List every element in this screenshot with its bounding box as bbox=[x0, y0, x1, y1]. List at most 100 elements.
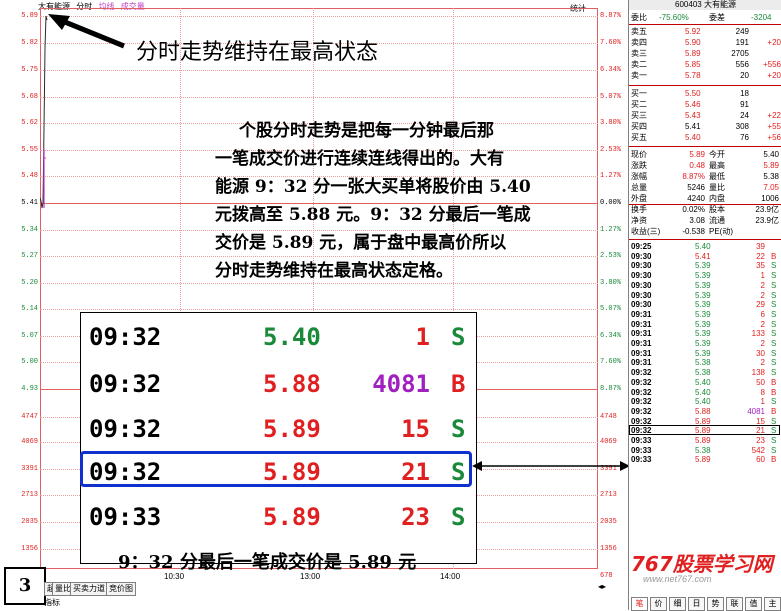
stats-row: 涨幅 8.87% 最低 5.38 bbox=[629, 172, 781, 181]
tick-row[interactable]: 09:30 5.39 1 S bbox=[629, 271, 781, 280]
buy-price: 5.43 bbox=[685, 111, 701, 120]
tick-side: B bbox=[771, 251, 777, 261]
left-tick-label: 5.07 bbox=[21, 332, 38, 340]
trade-zoom-panel: 09:32 5.40 1 S 09:32 5.88 4081 B 09:32 5.89 15 S 09:… bbox=[80, 312, 477, 564]
double-arrow-icon bbox=[472, 461, 630, 471]
sell-label: 卖三 bbox=[631, 49, 647, 58]
tick-volume: 6 bbox=[760, 309, 765, 319]
tick-row[interactable]: 09:31 5.39 133 S bbox=[629, 329, 781, 338]
sell-volume: 191 bbox=[735, 38, 749, 47]
stat-value: -0.538 bbox=[682, 227, 705, 236]
stats-row: 外盘 4240 内盘 1006 bbox=[629, 194, 781, 203]
buy-row: 买二 5.46 91 bbox=[629, 100, 781, 109]
weibi-value: -75.60% bbox=[659, 13, 689, 22]
tick-row[interactable]: 09:32 5.40 1 S bbox=[629, 397, 781, 406]
tick-row[interactable]: 09:30 5.39 2 S bbox=[629, 291, 781, 300]
tick-row[interactable]: 09:30 5.39 35 S bbox=[629, 261, 781, 270]
tick-side: S bbox=[771, 300, 777, 310]
tick-volume: 542 bbox=[751, 445, 765, 455]
tick-price: 5.89 bbox=[695, 416, 711, 426]
left-tick-label: 5.27 bbox=[21, 252, 38, 260]
tick-row[interactable]: 09:30 5.41 22 B bbox=[629, 252, 781, 261]
buy-label: 买三 bbox=[631, 111, 647, 120]
sell-label: 卖一 bbox=[631, 71, 647, 80]
tick-side: S bbox=[771, 368, 777, 378]
scroll-arrows[interactable]: ◂▸ bbox=[598, 582, 626, 591]
tick-row[interactable]: 09:32 5.88 4081 B bbox=[629, 407, 781, 416]
indicator-label[interactable]: 指标 bbox=[44, 597, 60, 608]
tick-row[interactable]: 09:32 5.89 15 S bbox=[629, 417, 781, 426]
stat-label: 量比 bbox=[709, 183, 725, 192]
left-tick-label: 5.82 bbox=[21, 39, 38, 47]
sell-volume: 20 bbox=[740, 71, 749, 80]
tick-row[interactable]: 09:32 5.40 50 B bbox=[629, 378, 781, 387]
tick-time: 09:25 bbox=[631, 242, 652, 251]
stats-row: 换手 0.02% 股本 23.9亿 bbox=[629, 205, 781, 214]
buy-price: 5.50 bbox=[685, 89, 701, 98]
tick-side: B bbox=[771, 406, 777, 416]
tick-row[interactable]: 09:30 5.39 29 S bbox=[629, 300, 781, 309]
page-number: 3 bbox=[4, 567, 46, 605]
panel-tab[interactable]: 价 bbox=[650, 597, 667, 611]
tick-price: 5.89 bbox=[695, 455, 711, 465]
panel-tab[interactable]: 联 bbox=[726, 597, 743, 611]
stat-label: 净资 bbox=[631, 216, 647, 225]
tick-row[interactable]: 09:31 5.39 30 S bbox=[629, 349, 781, 358]
panel-tab[interactable]: 细 bbox=[669, 597, 686, 611]
tick-row[interactable]: 09:25 5.40 39 bbox=[629, 242, 781, 251]
tick-row[interactable]: 09:31 5.38 2 S bbox=[629, 358, 781, 367]
quote-title: 600403 大有能源 bbox=[629, 0, 781, 10]
trade-volume: 4081 bbox=[372, 370, 430, 398]
tick-volume: 39 bbox=[756, 242, 765, 251]
explanation-line: 能源 9：32 分一张大买单将股价由 5.40 bbox=[215, 177, 531, 197]
panel-tab[interactable]: 日 bbox=[688, 597, 705, 611]
stats-row: 现价 5.89 今开 5.40 bbox=[629, 150, 781, 159]
tick-row[interactable]: 09:33 5.38 542 S bbox=[629, 446, 781, 455]
tab-auction-chart[interactable]: 竞价图 bbox=[106, 582, 136, 596]
left-tick-label: 5.55 bbox=[21, 146, 38, 154]
tick-time: 09:31 bbox=[631, 339, 652, 348]
tick-row[interactable]: 09:31 5.39 2 S bbox=[629, 339, 781, 348]
zoom-trade-row: 09:32 5.40 1 S bbox=[81, 319, 476, 359]
panel-tab[interactable]: 值 bbox=[745, 597, 762, 611]
sell-row: 卖一 5.78 20 +20 bbox=[629, 71, 781, 80]
scroll-right-icon[interactable]: ▸ bbox=[602, 582, 606, 591]
tick-row[interactable]: 09:32 5.40 8 B bbox=[629, 388, 781, 397]
tick-volume: 23 bbox=[756, 436, 765, 445]
tab-buy-sell-force[interactable]: 买卖力道 bbox=[70, 582, 108, 596]
tick-time: 09:33 bbox=[631, 436, 652, 445]
tick-row[interactable]: 09:31 5.39 2 S bbox=[629, 320, 781, 329]
tick-row[interactable]: 09:33 5.89 23 S bbox=[629, 436, 781, 445]
sell-row: 卖五 5.92 249 bbox=[629, 27, 781, 36]
divider bbox=[629, 85, 781, 86]
tick-price: 5.40 bbox=[695, 397, 711, 407]
panel-tab[interactable]: 笔 bbox=[631, 597, 648, 611]
tick-row[interactable]: 09:31 5.39 6 S bbox=[629, 310, 781, 319]
right-tick-label: 8.87% bbox=[600, 385, 622, 393]
right-tick-label: 6.34% bbox=[600, 332, 622, 340]
buy-price: 5.41 bbox=[685, 122, 701, 131]
tick-time: 09:30 bbox=[631, 290, 652, 300]
tick-side: S bbox=[771, 348, 777, 358]
weibi-row: 委比 -75.60% 委差 -3204 bbox=[629, 13, 781, 22]
panel-tab[interactable]: 势 bbox=[707, 597, 724, 611]
stat-value: 8.87% bbox=[682, 172, 705, 181]
tick-row[interactable]: 09:33 5.89 60 B bbox=[629, 455, 781, 464]
trade-time: 09:32 bbox=[89, 370, 162, 398]
tick-row[interactable]: 09:32 5.38 138 S bbox=[629, 368, 781, 377]
time-tick-1400: 14:00 bbox=[440, 572, 461, 581]
tick-price: 5.89 bbox=[695, 436, 711, 445]
tick-time: 09:33 bbox=[631, 455, 652, 465]
tick-row[interactable]: 09:30 5.39 2 S bbox=[629, 281, 781, 290]
arrow-annotation-title: 分时走势维持在最高状态 bbox=[136, 40, 379, 65]
watermark-url: www.net767.com bbox=[643, 574, 712, 584]
tick-side: S bbox=[771, 261, 777, 271]
sell-volume: 2705 bbox=[731, 49, 749, 58]
stats-row: 净资 3.08 流通 23.9亿 bbox=[629, 216, 781, 225]
right-tick-label: 2713 bbox=[600, 491, 617, 499]
right-tick-label: 3.80% bbox=[600, 119, 622, 127]
sell-price: 5.89 bbox=[685, 49, 701, 58]
sell-volume: 249 bbox=[735, 27, 749, 36]
panel-tab[interactable]: 主 bbox=[764, 597, 781, 611]
left-tick-label: 5.75 bbox=[21, 66, 38, 74]
